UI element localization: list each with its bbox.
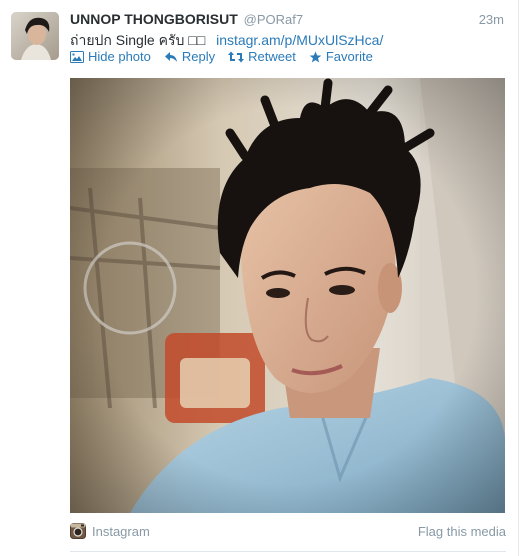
tweet: UNNOP THONGBORISUT @PORaf7 23m ถ่ายปก Si…	[0, 0, 519, 556]
hide-photo-label: Hide photo	[88, 49, 151, 64]
media-photo[interactable]	[70, 78, 505, 513]
retweet-label: Retweet	[248, 49, 296, 64]
author-line: UNNOP THONGBORISUT @PORaf7	[70, 11, 303, 27]
tweet-link[interactable]: instagr.am/p/MUxUlSzHca/	[216, 32, 383, 48]
instagram-icon	[70, 523, 86, 539]
favorite-label: Favorite	[325, 49, 373, 64]
divider	[70, 551, 506, 552]
portrait-image	[70, 78, 505, 513]
reply-button[interactable]: Reply	[164, 49, 215, 64]
media-source-label[interactable]: Instagram	[92, 524, 150, 539]
reply-icon	[164, 51, 177, 62]
author-name[interactable]: UNNOP THONGBORISUT	[70, 11, 238, 27]
favorite-button[interactable]: Favorite	[309, 49, 373, 64]
star-icon	[309, 51, 322, 62]
hide-photo-button[interactable]: Hide photo	[70, 49, 151, 64]
author-handle[interactable]: @PORaf7	[244, 12, 303, 27]
avatar[interactable]	[11, 12, 59, 60]
reply-label: Reply	[181, 49, 216, 64]
retweet-icon	[228, 51, 245, 62]
media-footer: Instagram Flag this media	[70, 523, 506, 543]
tweet-text-body: ถ่ายปก Single ครับ □□	[70, 32, 206, 48]
tweet-timestamp[interactable]: 23m	[479, 12, 504, 27]
tweet-actions: Hide photo Reply Retweet Favorite	[70, 49, 373, 64]
photo-icon	[70, 50, 84, 63]
avatar-photo	[11, 12, 59, 60]
retweet-button[interactable]: Retweet	[228, 49, 296, 64]
flag-media-link[interactable]: Flag this media	[418, 524, 506, 539]
